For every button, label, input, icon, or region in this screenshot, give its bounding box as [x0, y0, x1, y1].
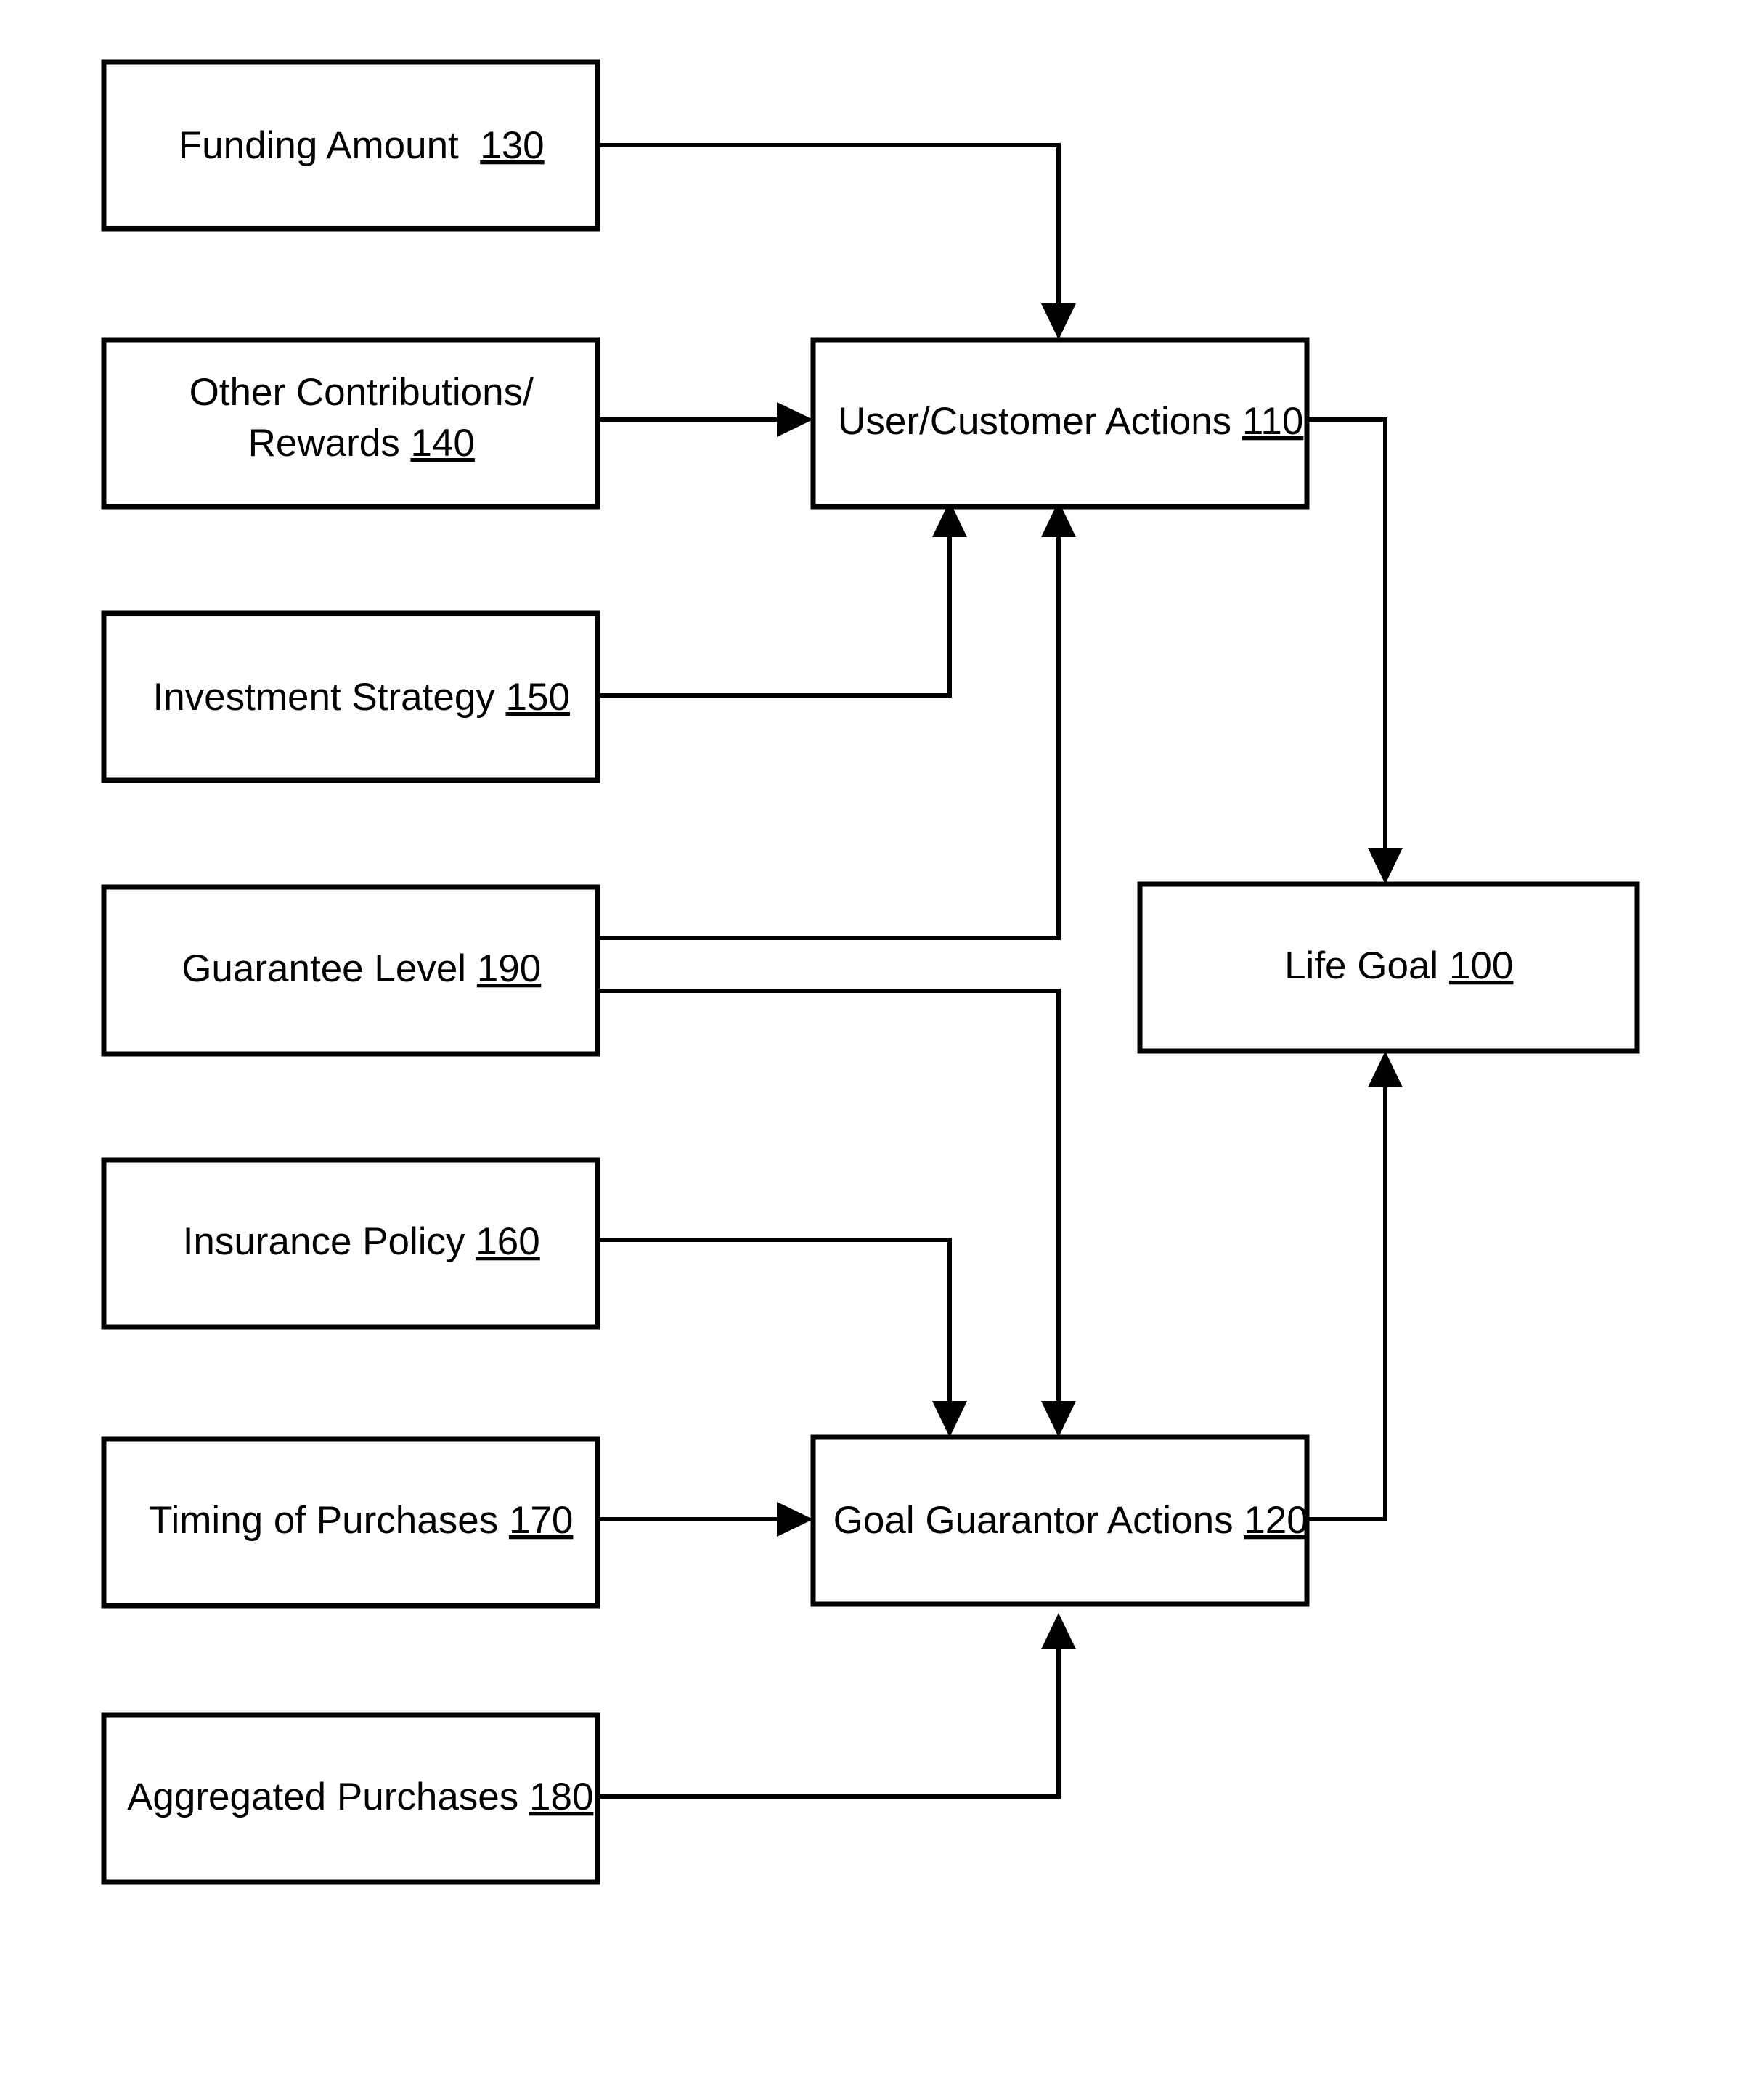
node-insurance-policy-label: Insurance Policy: [183, 1220, 465, 1263]
svg-text:Other Contributions/: Other Contributions/: [93, 371, 608, 414]
arrowhead-down: [1041, 303, 1076, 340]
node-funding-amount-label: Funding Amount: [179, 124, 459, 167]
edge-guarantee-level-to-user-customer-actions: [598, 501, 1076, 940]
node-guarantee-level[interactable]: Guarantee Level 190: [86, 884, 616, 1057]
arrowhead-up: [1041, 1613, 1076, 1649]
node-investment-strategy-ref: 150: [506, 676, 570, 719]
edge-goal-guarantor-actions-to-life-goal: [1307, 1051, 1403, 1521]
node-user-customer-actions-ref: 110: [1242, 400, 1304, 443]
node-insurance-policy[interactable]: Insurance Policy 160: [86, 1157, 615, 1330]
node-life-goal-ref: 100: [1449, 944, 1513, 987]
arrowhead-up: [1368, 1051, 1403, 1087]
figure-canvas: Funding Amount 130 Other Contributions/ …: [0, 0, 1749, 2100]
edge-investment-strategy-to-user-customer-actions: [598, 501, 967, 698]
node-guarantee-level-label: Guarantee Level: [182, 947, 466, 990]
edge-insurance-policy-to-goal-guarantor-actions: [598, 1238, 967, 1437]
svg-text:Investment Strategy 150: Investment Strategy 150: [57, 676, 645, 719]
node-goal-guarantor-actions-label: Goal Guarantor Actions: [833, 1499, 1234, 1542]
node-other-contributions-ref: 140: [410, 422, 474, 465]
node-goal-guarantor-actions[interactable]: Goal Guarantor Actions 120: [737, 1434, 1383, 1607]
arrowhead-down: [1368, 848, 1403, 884]
node-life-goal[interactable]: Life Goal 100: [1137, 881, 1640, 1054]
svg-text:Goal Guarantor Actions 120: Goal Guarantor Actions 120: [737, 1499, 1383, 1542]
flow-diagram: Funding Amount 130 Other Contributions/ …: [33, 59, 1640, 1885]
node-other-contributions-line1: Other Contributions/: [189, 371, 534, 414]
node-other-contributions-label: Rewards: [248, 422, 411, 465]
svg-text:Funding Amount 130: Funding Amount 130: [82, 124, 619, 167]
node-funding-amount[interactable]: Funding Amount 130: [82, 59, 619, 232]
node-investment-strategy-label: Investment Strategy: [152, 676, 495, 719]
arrowhead-down: [932, 1401, 967, 1437]
svg-text:User/Customer Actions 110: User/Customer Actions 110: [742, 400, 1379, 443]
edge-user-customer-actions-to-life-goal: [1307, 417, 1403, 884]
svg-text:Timing of Purchases 170: Timing of Purchases 170: [54, 1499, 648, 1542]
edge-guarantee-level-to-goal-guarantor-actions: [598, 989, 1076, 1437]
svg-text:Rewards 140: Rewards 140: [152, 422, 550, 465]
node-user-customer-actions-label: User/Customer Actions: [838, 400, 1231, 443]
node-guarantee-level-ref: 190: [477, 947, 541, 990]
svg-text:Life Goal 100: Life Goal 100: [1189, 944, 1589, 987]
arrowhead-down: [1041, 1401, 1076, 1437]
node-timing-of-purchases[interactable]: Timing of Purchases 170: [54, 1436, 648, 1609]
node-aggregated-purchases-label: Aggregated Purchases: [127, 1776, 518, 1818]
node-investment-strategy[interactable]: Investment Strategy 150: [57, 610, 645, 783]
node-user-customer-actions[interactable]: User/Customer Actions 110: [742, 337, 1379, 510]
edge-funding-amount-to-user-customer-actions: [598, 143, 1076, 340]
node-funding-amount-ref: 130: [480, 124, 544, 167]
node-aggregated-purchases-ref: 180: [529, 1776, 593, 1818]
node-other-contributions[interactable]: Other Contributions/ Rewards 140: [93, 337, 608, 510]
node-goal-guarantor-actions-ref: 120: [1244, 1499, 1308, 1542]
edge-aggregated-purchases-to-goal-guarantor-actions: [598, 1613, 1076, 1799]
svg-text:Guarantee Level 190: Guarantee Level 190: [86, 947, 616, 990]
svg-text:Aggregated Purchases 180: Aggregated Purchases 180: [33, 1776, 668, 1818]
node-aggregated-purchases[interactable]: Aggregated Purchases 180: [33, 1712, 668, 1885]
node-timing-of-purchases-label: Timing of Purchases: [149, 1499, 498, 1542]
node-life-goal-label: Life Goal: [1284, 944, 1438, 987]
node-timing-of-purchases-ref: 170: [509, 1499, 573, 1542]
node-insurance-policy-ref: 160: [476, 1220, 539, 1263]
svg-text:Insurance Policy 160: Insurance Policy 160: [86, 1220, 615, 1263]
